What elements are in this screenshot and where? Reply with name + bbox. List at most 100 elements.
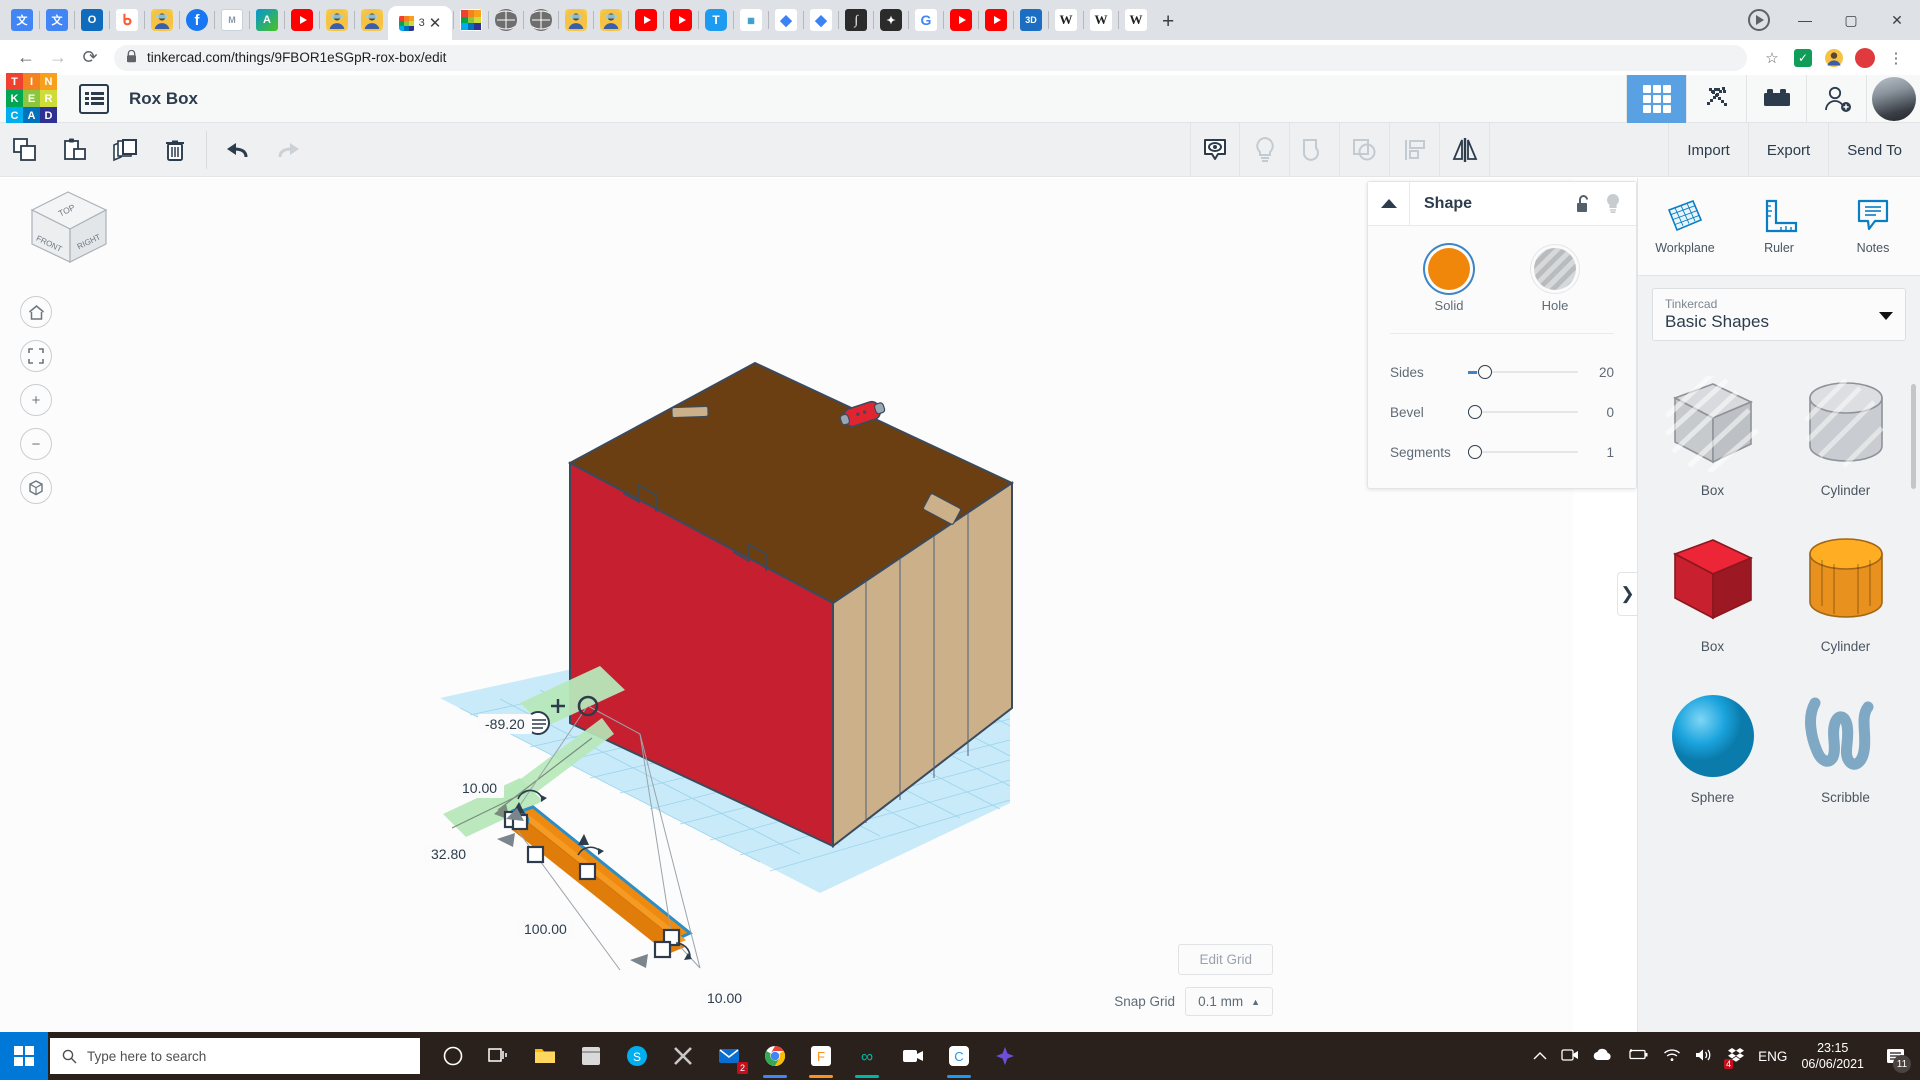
start-button[interactable] bbox=[0, 1032, 48, 1080]
cortana-icon[interactable] bbox=[430, 1032, 476, 1080]
measurement-length[interactable]: 100.00 bbox=[517, 919, 574, 939]
export-button[interactable]: Export bbox=[1749, 123, 1830, 177]
slider-track[interactable] bbox=[1468, 444, 1578, 460]
lego-brick-icon[interactable] bbox=[1746, 75, 1806, 123]
tab-inkscape[interactable]: ✦ bbox=[878, 7, 904, 33]
new-tab-button[interactable]: + bbox=[1162, 10, 1174, 34]
home-view-button[interactable] bbox=[20, 296, 52, 328]
designs-menu-button[interactable] bbox=[79, 83, 109, 114]
tab-avatar-4[interactable] bbox=[563, 7, 589, 33]
cura-icon[interactable]: C bbox=[936, 1032, 982, 1080]
tab-kidsdoc[interactable]: ▦ bbox=[738, 7, 764, 33]
tab-youtube-1[interactable] bbox=[289, 7, 315, 33]
star-icon[interactable] bbox=[982, 1032, 1028, 1080]
ortho-perspective-button[interactable] bbox=[20, 472, 52, 504]
microsoft-store-icon[interactable] bbox=[568, 1032, 614, 1080]
hole-swatch[interactable] bbox=[1534, 248, 1576, 290]
shape-hole-box[interactable]: Box bbox=[1646, 359, 1779, 515]
shape-hole-cylinder[interactable]: Cylinder bbox=[1779, 359, 1912, 515]
add-person-icon[interactable] bbox=[1806, 75, 1866, 123]
tab-tinkercad-2[interactable] bbox=[458, 7, 484, 33]
slider-bevel[interactable]: Bevel 0 bbox=[1368, 392, 1636, 432]
measurement-depth-offset[interactable]: 32.80 bbox=[424, 844, 474, 864]
tab-bookstack-2[interactable]: ◆ bbox=[808, 7, 834, 33]
tab-globe-1[interactable] bbox=[493, 7, 519, 33]
tab-youtube-5[interactable] bbox=[983, 7, 1009, 33]
user-avatar[interactable] bbox=[1866, 75, 1920, 123]
panel-expand-handle[interactable]: ❯ bbox=[1617, 572, 1637, 616]
extension-avatar-icon[interactable] bbox=[1820, 44, 1848, 72]
clock[interactable]: 23:15 06/06/2021 bbox=[1801, 1040, 1864, 1073]
minecraft-pickaxe-icon[interactable] bbox=[1686, 75, 1746, 123]
tab-hubspot[interactable]: ᑲ bbox=[114, 7, 140, 33]
notes-tool[interactable]: Notes bbox=[1826, 178, 1920, 275]
shape-orange-cylinder[interactable]: Cylinder bbox=[1779, 515, 1912, 671]
profile-avatar-icon[interactable] bbox=[1851, 44, 1879, 72]
lightbulb-icon[interactable] bbox=[1598, 182, 1628, 226]
skype-icon[interactable]: S bbox=[614, 1032, 660, 1080]
tab-avatar-3[interactable] bbox=[359, 7, 385, 33]
slider-track[interactable] bbox=[1468, 364, 1578, 380]
tab-wikipedia-2[interactable]: W bbox=[1088, 7, 1114, 33]
file-explorer-icon[interactable] bbox=[522, 1032, 568, 1080]
battery-icon[interactable] bbox=[1627, 1048, 1649, 1064]
dropbox-icon[interactable]: 4 bbox=[1724, 1047, 1745, 1069]
zoom-in-button[interactable]: + bbox=[20, 384, 52, 416]
slider-sides[interactable]: Sides 20 bbox=[1368, 352, 1636, 392]
snap-grid-select[interactable]: 0.1 mm ▲ bbox=[1185, 987, 1273, 1016]
view-cube[interactable]: TOP FRONT RIGHT bbox=[18, 186, 118, 271]
search-input[interactable]: Type here to search bbox=[50, 1038, 420, 1074]
chrome-icon[interactable] bbox=[752, 1032, 798, 1080]
tab-bookstack-1[interactable]: ◆ bbox=[773, 7, 799, 33]
slider-segments[interactable]: Segments 1 bbox=[1368, 432, 1636, 472]
camera-icon[interactable] bbox=[890, 1032, 936, 1080]
slider-track[interactable] bbox=[1468, 404, 1578, 420]
tab-tinkercad-3[interactable]: T bbox=[703, 7, 729, 33]
page-title[interactable]: Rox Box bbox=[129, 89, 198, 109]
unlocked-padlock-icon[interactable] bbox=[1568, 182, 1598, 226]
measurement-height-offset[interactable]: -89.20 bbox=[478, 714, 532, 734]
onedrive-icon[interactable] bbox=[1593, 1048, 1613, 1064]
workplane-tool[interactable]: Workplane bbox=[1638, 178, 1732, 275]
align-button[interactable] bbox=[1390, 123, 1440, 177]
solid-mode-option[interactable]: Solid bbox=[1428, 248, 1470, 313]
fusion-icon[interactable]: F bbox=[798, 1032, 844, 1080]
app-icon[interactable] bbox=[660, 1032, 706, 1080]
back-button[interactable]: ← bbox=[10, 42, 42, 74]
tab-autodesk[interactable]: A bbox=[254, 7, 280, 33]
screen-recorder-icon[interactable] bbox=[1561, 1048, 1579, 1065]
close-tab-icon[interactable]: ✕ bbox=[429, 16, 442, 31]
mirror-button[interactable] bbox=[1440, 123, 1490, 177]
tab-globe-2[interactable] bbox=[528, 7, 554, 33]
address-bar[interactable]: tinkercad.com/things/9FBOR1eSGpR-rox-box… bbox=[114, 44, 1747, 71]
tab-integral[interactable]: ∫ bbox=[843, 7, 869, 33]
solid-color-swatch[interactable] bbox=[1428, 248, 1470, 290]
duplicate-button[interactable] bbox=[100, 123, 150, 177]
tab-youtube-3[interactable] bbox=[668, 7, 694, 33]
caret-up-icon[interactable] bbox=[1368, 181, 1410, 226]
reload-button[interactable]: ⟳ bbox=[74, 42, 106, 74]
tab-avatar-2[interactable] bbox=[324, 7, 350, 33]
mail-icon[interactable]: 2 bbox=[706, 1032, 752, 1080]
measurement-height[interactable]: 10.00 bbox=[700, 988, 750, 1008]
extension-green-icon[interactable]: ✓ bbox=[1789, 44, 1817, 72]
task-view-icon[interactable] bbox=[476, 1032, 522, 1080]
paste-button[interactable] bbox=[50, 123, 100, 177]
fit-view-button[interactable] bbox=[20, 340, 52, 372]
delete-button[interactable] bbox=[150, 123, 200, 177]
shape-collection-select[interactable]: Tinkercad Basic Shapes bbox=[1652, 288, 1906, 341]
hole-mode-option[interactable]: Hole bbox=[1534, 248, 1576, 313]
minimize-button[interactable]: — bbox=[1782, 0, 1828, 40]
show-hide-button[interactable] bbox=[1190, 123, 1240, 177]
chrome-menu-icon[interactable]: ⋮ bbox=[1882, 44, 1910, 72]
active-tab[interactable]: 3 ✕ bbox=[388, 6, 452, 40]
send-to-button[interactable]: Send To bbox=[1829, 123, 1920, 177]
chrome-profile-circle-icon[interactable] bbox=[1736, 0, 1782, 40]
maximize-button[interactable]: ▢ bbox=[1828, 0, 1874, 40]
ruler-tool[interactable]: Ruler bbox=[1732, 178, 1826, 275]
volume-icon[interactable] bbox=[1695, 1048, 1714, 1065]
tab-mendeley[interactable]: M bbox=[219, 7, 245, 33]
tinkercad-logo[interactable]: TINKERCAD bbox=[6, 73, 57, 124]
bookmark-star-icon[interactable]: ☆ bbox=[1758, 44, 1786, 72]
tab-google[interactable]: G bbox=[913, 7, 939, 33]
